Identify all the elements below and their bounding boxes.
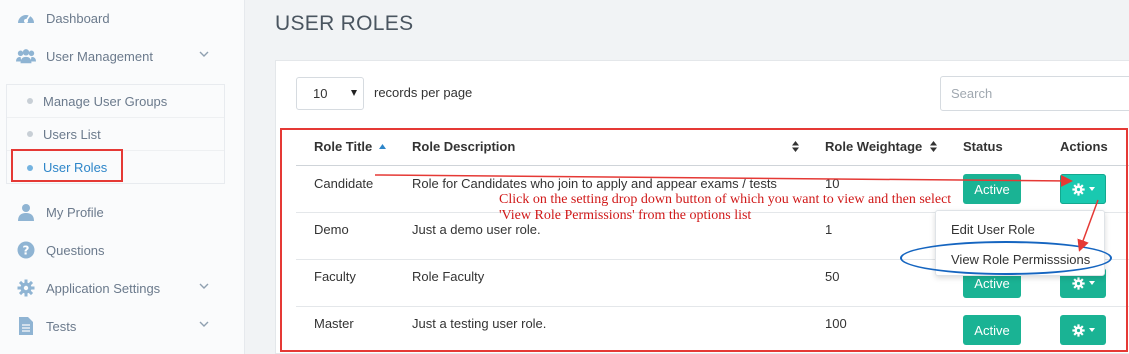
chevron-down-icon <box>199 51 209 57</box>
sidebar-item-dashboard[interactable]: Dashboard <box>0 1 245 35</box>
sidebar: Dashboard User Management Manage User Gr… <box>0 0 245 354</box>
svg-text:?: ? <box>23 244 30 258</box>
file-icon <box>16 316 36 336</box>
sidebar-item-label: Application Settings <box>46 280 161 296</box>
sidebar-item-label: User Management <box>46 48 153 64</box>
highlight-ellipse <box>900 241 1112 275</box>
bullet-icon <box>27 131 33 137</box>
sidebar-item-manage-user-groups[interactable]: Manage User Groups <box>7 85 224 118</box>
sidebar-item-questions[interactable]: ? Questions <box>0 233 245 267</box>
sidebar-subitem-label: Users List <box>43 126 101 142</box>
caret-down-icon <box>351 90 357 96</box>
annotation-line: 'View Role Permissions' from the options… <box>499 208 752 223</box>
sidebar-item-my-profile[interactable]: My Profile <box>0 195 245 229</box>
sidebar-item-application-settings[interactable]: Application Settings <box>0 271 245 305</box>
question-icon: ? <box>16 240 36 260</box>
sidebar-item-user-management[interactable]: User Management <box>0 39 245 73</box>
user-icon <box>16 202 36 222</box>
sidebar-item-label: Tests <box>46 318 77 334</box>
gear-icon <box>16 278 36 298</box>
sidebar-subitem-label: Manage User Groups <box>43 93 168 109</box>
annotation-note: Click on the setting drop down button of… <box>499 192 969 224</box>
sidebar-item-label: Dashboard <box>46 10 110 26</box>
bullet-icon <box>27 98 33 104</box>
chevron-down-icon <box>199 283 209 289</box>
highlight-box-table <box>280 128 1128 352</box>
search-input[interactable]: Search <box>940 76 1129 111</box>
sidebar-item-label: Questions <box>46 242 105 258</box>
page-title: USER ROLES <box>275 12 414 35</box>
search-placeholder: Search <box>951 86 993 101</box>
highlight-box-user-roles <box>11 149 123 182</box>
sidebar-item-tests[interactable]: Tests <box>0 309 245 343</box>
records-per-page-label: records per page <box>374 85 473 100</box>
dashboard-icon <box>16 8 36 28</box>
annotation-line: Click on the setting drop down button of… <box>499 192 952 207</box>
users-icon <box>16 46 36 66</box>
records-per-page-value: 10 <box>313 86 328 101</box>
records-per-page-select[interactable]: 10 <box>296 77 364 110</box>
chevron-down-icon <box>199 321 209 327</box>
sidebar-item-users-list[interactable]: Users List <box>7 118 224 151</box>
sidebar-item-label: My Profile <box>46 204 104 220</box>
